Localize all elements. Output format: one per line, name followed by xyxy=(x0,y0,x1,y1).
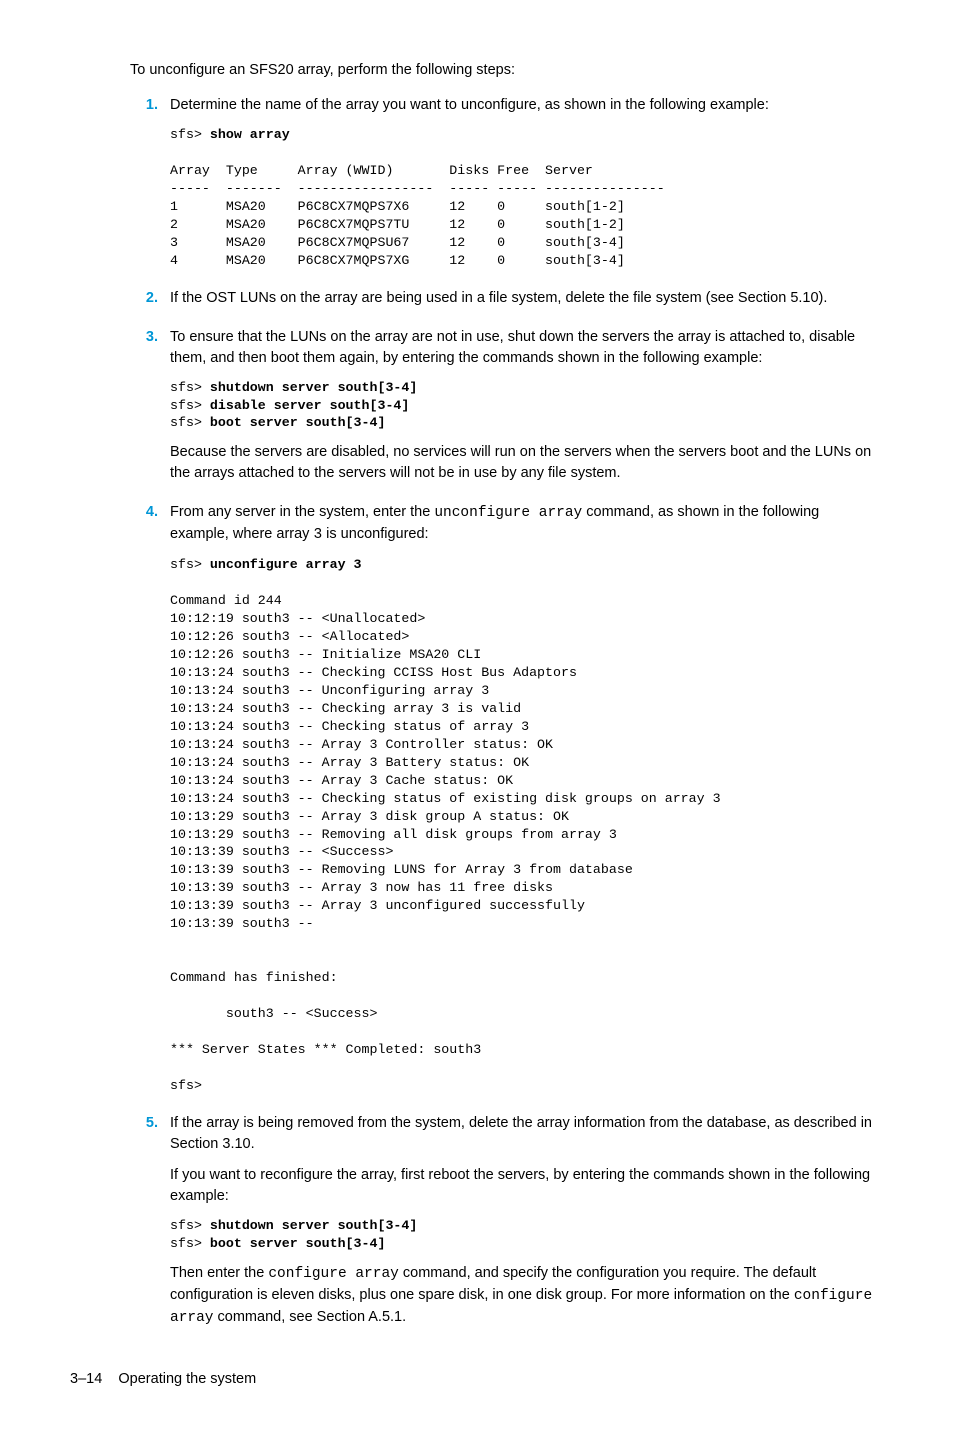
command: unconfigure array 3 xyxy=(210,557,362,572)
inline-code: unconfigure array xyxy=(434,505,582,521)
step-body: From any server in the system, enter the… xyxy=(170,502,874,1094)
code-block: sfs> shutdown server south[3-4] sfs> dis… xyxy=(170,379,874,433)
prompt: sfs> xyxy=(170,557,202,572)
page: To unconfigure an SFS20 array, perform t… xyxy=(0,0,954,1430)
step-4: 4. From any server in the system, enter … xyxy=(70,502,874,1094)
code-block: sfs> unconfigure array 3 Command id 244 … xyxy=(170,556,874,1094)
footer-title: Operating the system xyxy=(118,1371,256,1387)
command: disable server south[3-4] xyxy=(210,398,410,413)
steps-list: 1. Determine the name of the array you w… xyxy=(70,95,874,1329)
step-body: If the OST LUNs on the array are being u… xyxy=(170,288,874,309)
step-number: 3. xyxy=(130,327,158,348)
prompt: sfs> xyxy=(170,1218,202,1233)
step-text: If the array is being removed from the s… xyxy=(170,1113,874,1155)
command: boot server south[3-4] xyxy=(210,415,386,430)
prompt: sfs> xyxy=(170,415,202,430)
step-1: 1. Determine the name of the array you w… xyxy=(70,95,874,270)
step-number: 4. xyxy=(130,502,158,523)
step-text: From any server in the system, enter the… xyxy=(170,502,874,546)
page-footer: 3–14 Operating the system xyxy=(70,1369,874,1390)
step-number: 5. xyxy=(130,1113,158,1134)
step-2: 2. If the OST LUNs on the array are bein… xyxy=(70,288,874,309)
page-number: 3–14 xyxy=(70,1371,102,1387)
step-text: If the OST LUNs on the array are being u… xyxy=(170,288,874,309)
intro-text: To unconfigure an SFS20 array, perform t… xyxy=(70,60,874,81)
command: boot server south[3-4] xyxy=(210,1236,386,1251)
output-table: Array Type Array (WWID) Disks Free Serve… xyxy=(170,163,665,268)
prompt: sfs> xyxy=(170,380,202,395)
step-after-text: Because the servers are disabled, no ser… xyxy=(170,442,874,484)
prompt: sfs> xyxy=(170,398,202,413)
prompt: sfs> xyxy=(170,1236,202,1251)
step-text: Determine the name of the array you want… xyxy=(170,95,874,116)
command: show array xyxy=(210,127,290,142)
step-body: Determine the name of the array you want… xyxy=(170,95,874,270)
step-body: If the array is being removed from the s… xyxy=(170,1113,874,1329)
step-number: 2. xyxy=(130,288,158,309)
step-text: Then enter the configure array command, … xyxy=(170,1263,874,1329)
output: Command id 244 10:12:19 south3 -- <Unall… xyxy=(170,593,721,1092)
step-3: 3. To ensure that the LUNs on the array … xyxy=(70,327,874,485)
step-5: 5. If the array is being removed from th… xyxy=(70,1113,874,1329)
inline-code: 3 xyxy=(313,527,322,543)
step-number: 1. xyxy=(130,95,158,116)
code-block: sfs> show array Array Type Array (WWID) … xyxy=(170,126,874,270)
step-text: If you want to reconfigure the array, fi… xyxy=(170,1165,874,1207)
inline-code: configure array xyxy=(268,1266,399,1282)
command: shutdown server south[3-4] xyxy=(210,1218,417,1233)
step-text: To ensure that the LUNs on the array are… xyxy=(170,327,874,369)
prompt: sfs> xyxy=(170,127,202,142)
command: shutdown server south[3-4] xyxy=(210,380,417,395)
step-body: To ensure that the LUNs on the array are… xyxy=(170,327,874,485)
